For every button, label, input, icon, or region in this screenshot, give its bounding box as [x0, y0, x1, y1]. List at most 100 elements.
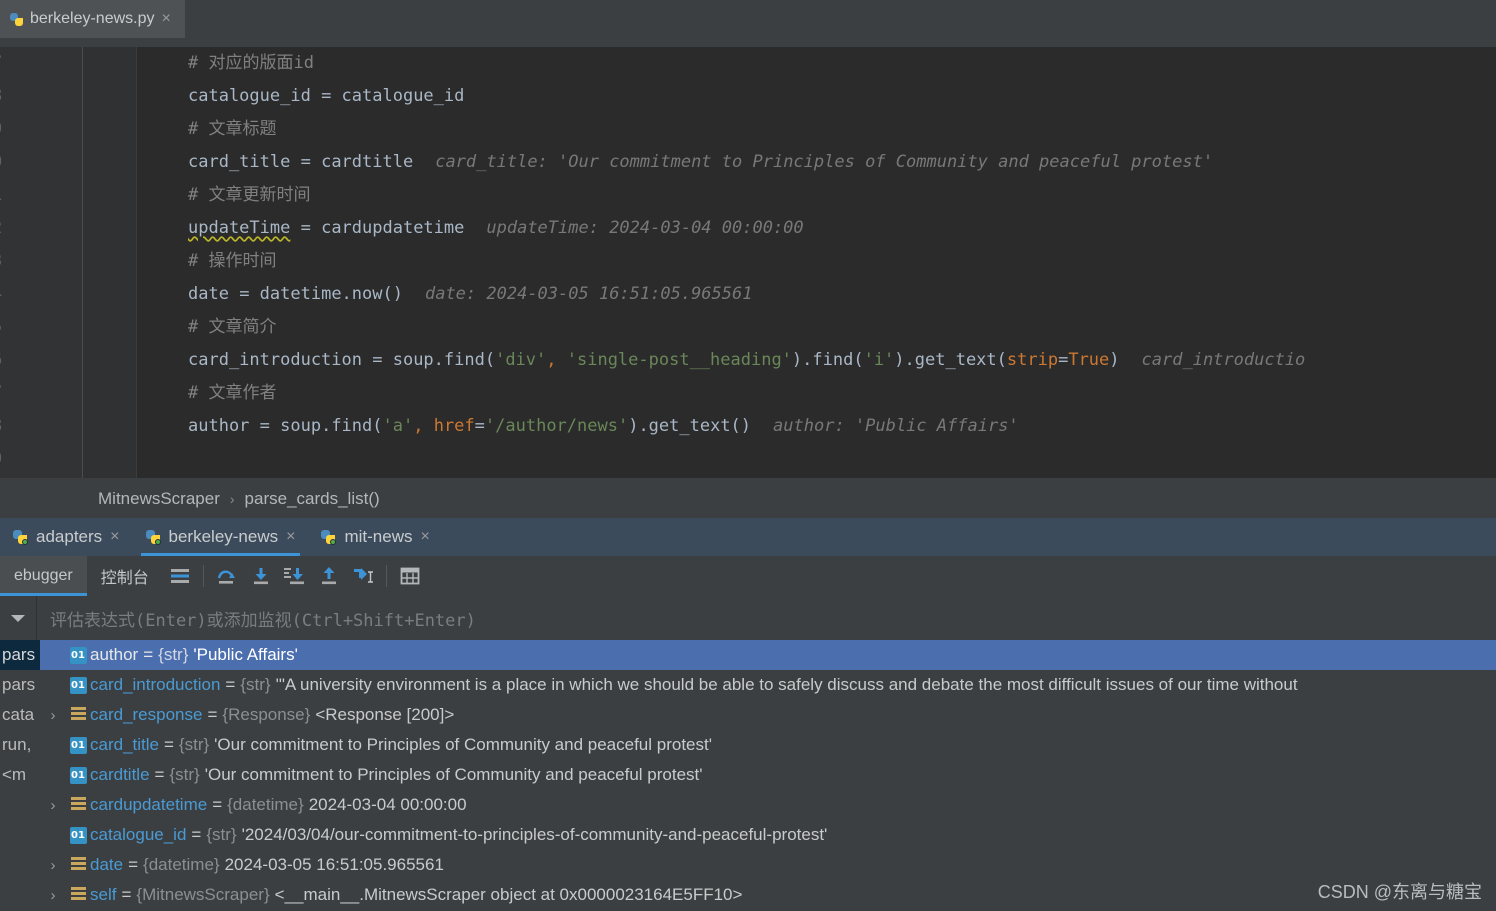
- object-variable-icon: [66, 857, 90, 873]
- variable-name: self: [90, 885, 117, 904]
- python-file-icon: [10, 12, 23, 26]
- line-number: 4: [0, 278, 72, 311]
- run-tab-mit-news[interactable]: mit-news ×: [308, 518, 442, 556]
- punctuation: ,: [413, 416, 434, 436]
- identifier: catalogue_id: [188, 86, 311, 106]
- variable-row-cardupdatetime[interactable]: › cardupdatetime = {datetime} 2024-03-04…: [40, 790, 1496, 820]
- variable-name: catalogue_id: [90, 825, 187, 844]
- line-number-column: 7 8 9 0 1 2 3 4 5 6 7 8 9: [0, 47, 72, 476]
- variable-row-card-response[interactable]: › card_response = {Response} <Response […: [40, 700, 1496, 730]
- equals-sign: =: [212, 795, 223, 814]
- python-run-icon: [321, 529, 337, 545]
- debugger-toolbar: ebugger 控制台: [0, 556, 1496, 596]
- evaluate-expression-input[interactable]: 评估表达式(Enter)或添加监视(Ctrl+Shift+Enter): [37, 596, 1496, 640]
- variable-value: <Response [200]>: [315, 705, 455, 724]
- run-to-cursor-icon[interactable]: [346, 556, 380, 596]
- object-variable-icon: [66, 707, 90, 723]
- variables-panel[interactable]: 01 author = {str} 'Public Affairs' 01 ca…: [40, 640, 1496, 911]
- code-line-card-title: card_title = cardtitle card_title: 'Our c…: [188, 152, 1214, 172]
- equals-sign: =: [154, 765, 165, 784]
- step-into-icon[interactable]: [244, 556, 278, 596]
- evaluate-expression-icon[interactable]: [393, 556, 427, 596]
- inline-hint: updateTime: 2024-03-04 00:00:00: [486, 218, 804, 238]
- editor-tab-berkeley-news[interactable]: berkeley-news.py ×: [0, 0, 185, 38]
- code-line-author: author = soup.find('a', href='/author/ne…: [188, 416, 1019, 436]
- code-line-updatetime: updateTime = cardupdatetime updateTime: 2…: [188, 218, 804, 238]
- operator: =: [474, 416, 485, 436]
- gutter-divider-1: [82, 47, 83, 478]
- editor-gutter-folding[interactable]: [83, 47, 136, 478]
- variable-value: '2024/03/04/our-commitment-to-principles…: [241, 825, 828, 844]
- line-number: 6: [0, 344, 72, 377]
- evaluate-input-placeholder: 评估表达式(Enter)或添加监视(Ctrl+Shift+Enter): [50, 610, 476, 631]
- string-variable-icon: 01: [66, 646, 90, 664]
- expand-arrow-icon[interactable]: ›: [40, 887, 66, 904]
- close-icon[interactable]: ×: [286, 529, 295, 545]
- code-content[interactable]: # 对应的版面id catalogue_id = catalogue_id # …: [140, 47, 1496, 443]
- string-literal: 'single-post__heading': [566, 350, 792, 370]
- python-run-icon: [13, 529, 28, 545]
- breadcrumb-class[interactable]: MitnewsScraper: [98, 489, 220, 509]
- code-line-catalogue-assign: catalogue_id = catalogue_id: [188, 86, 465, 106]
- code-line-comment-date: # 操作时间: [140, 245, 1496, 278]
- frames-icon[interactable]: [163, 556, 197, 596]
- expand-arrow-icon[interactable]: ›: [40, 857, 66, 874]
- keyword-argument: href: [433, 416, 475, 436]
- close-icon[interactable]: ×: [110, 529, 119, 545]
- code-line-comment-catalogue: # 对应的版面id: [140, 47, 1496, 80]
- identifier: date: [188, 284, 229, 304]
- code-editor[interactable]: 7 8 9 0 1 2 3 4 5 6 7 8 9 # 对应的版面id cata…: [0, 38, 1496, 478]
- variable-value: 2024-03-05 16:51:05.965561: [224, 855, 444, 874]
- comment-text: # 文章作者: [188, 383, 277, 403]
- frames-panel[interactable]: pars pars cata run, <m: [0, 640, 40, 911]
- step-out-icon[interactable]: [312, 556, 346, 596]
- frame-item[interactable]: pars: [0, 670, 40, 700]
- identifier: updateTime: [188, 218, 291, 238]
- variable-row-card-title[interactable]: 01 card_title = {str} 'Our commitment to…: [40, 730, 1496, 760]
- comment-text: # 文章更新时间: [188, 185, 311, 205]
- identifier: card_title: [188, 152, 291, 172]
- csdn-watermark: CSDN @东离与糖宝: [1317, 882, 1482, 902]
- operator: =: [1058, 350, 1069, 370]
- variable-row-catalogue-id[interactable]: 01 catalogue_id = {str} '2024/03/04/our-…: [40, 820, 1496, 850]
- frame-item[interactable]: run,: [0, 730, 40, 760]
- line-number: 2: [0, 212, 72, 245]
- variable-row-author[interactable]: 01 author = {str} 'Public Affairs': [40, 640, 1496, 670]
- frame-item[interactable]: cata: [0, 700, 40, 730]
- code-line-comment-author: # 文章作者: [140, 377, 1496, 410]
- variable-row-cardtitle[interactable]: 01 cardtitle = {str} 'Our commitment to …: [40, 760, 1496, 790]
- identifier: datetime.now(): [259, 284, 403, 304]
- frame-item[interactable]: pars: [0, 640, 40, 670]
- variable-name: card_title: [90, 735, 159, 754]
- variable-type: {str}: [158, 645, 189, 664]
- string-variable-icon: 01: [66, 736, 90, 754]
- variable-value: 'Our commitment to Principles of Communi…: [214, 735, 712, 754]
- line-number: 9: [0, 113, 72, 146]
- punctuation: ): [1109, 350, 1120, 370]
- run-tab-berkeley-news[interactable]: berkeley-news ×: [133, 518, 309, 556]
- expand-arrow-icon[interactable]: ›: [40, 707, 66, 724]
- equals-sign: =: [207, 705, 218, 724]
- frame-item[interactable]: <m: [0, 760, 40, 790]
- force-step-into-icon[interactable]: [278, 556, 312, 596]
- punctuation: ,: [546, 350, 567, 370]
- expand-arrow-icon[interactable]: ›: [40, 797, 66, 814]
- step-over-icon[interactable]: [210, 556, 244, 596]
- tab-debugger[interactable]: ebugger: [0, 556, 87, 596]
- variable-type: {str}: [178, 735, 210, 754]
- variable-row-self[interactable]: › self = {MitnewsScraper} <__main__.Mitn…: [40, 880, 1496, 910]
- evaluate-expression-bar: 评估表达式(Enter)或添加监视(Ctrl+Shift+Enter): [0, 596, 1496, 640]
- close-icon[interactable]: ×: [420, 529, 429, 545]
- run-tab-label: berkeley-news: [168, 527, 279, 546]
- close-icon[interactable]: ×: [162, 11, 171, 27]
- tab-console[interactable]: 控制台: [87, 556, 163, 596]
- chevron-down-icon[interactable]: [0, 596, 36, 640]
- code-line-card-introduction: card_introduction = soup.find('div', 'si…: [188, 350, 1306, 370]
- breadcrumb-method[interactable]: parse_cards_list(): [245, 489, 380, 509]
- run-tab-adapters[interactable]: adapters ×: [0, 518, 133, 556]
- variable-row-date[interactable]: › date = {datetime} 2024-03-05 16:51:05.…: [40, 850, 1496, 880]
- variable-row-card-introduction[interactable]: 01 card_introduction = {str} '"A univers…: [40, 670, 1496, 700]
- editor-top-clip: [0, 38, 1496, 47]
- variable-type: {str}: [206, 825, 237, 844]
- keyword-argument: strip: [1006, 350, 1059, 370]
